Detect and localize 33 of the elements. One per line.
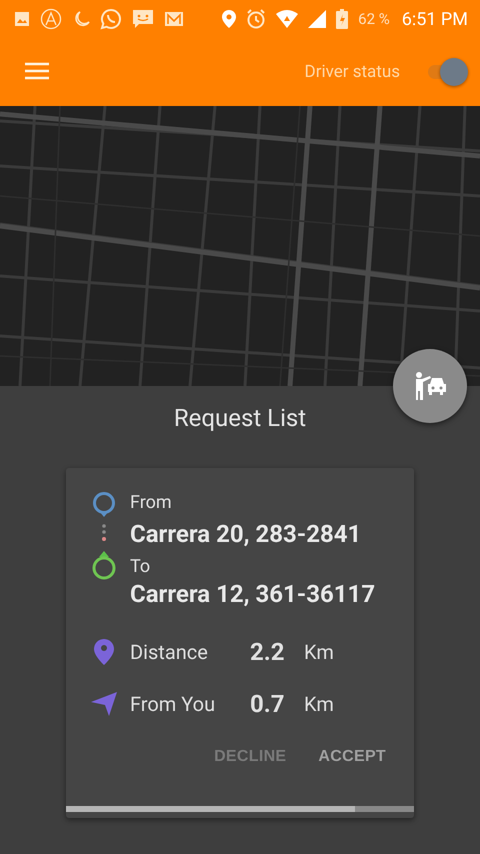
app-icon [40, 8, 62, 30]
stat-label: Distance [130, 640, 209, 664]
message-icon [132, 9, 154, 29]
signal-icon [308, 10, 326, 28]
alarm-icon [246, 9, 266, 29]
battery-icon [336, 9, 348, 29]
stat-value: 0.7 [250, 690, 286, 718]
moon-icon [72, 11, 90, 27]
panel-title: Request List [172, 403, 308, 434]
route-dots-icon [101, 523, 107, 543]
person-car-icon [413, 372, 447, 400]
driver-status-label: Driver status [304, 62, 400, 82]
chat-icon [100, 8, 122, 30]
location-pin-icon [94, 639, 114, 665]
battery-level: 62 % [358, 10, 390, 28]
image-icon [14, 11, 30, 27]
origin-marker-icon [91, 492, 117, 518]
from-label: From [130, 492, 172, 513]
wifi-icon [276, 10, 298, 28]
location-icon [222, 10, 236, 28]
to-address: Carrera 12, 361-36117 [130, 580, 376, 608]
from-address: Carrera 20, 283-2841 [130, 520, 362, 548]
to-label: To [130, 555, 150, 577]
navigation-arrow-icon [91, 692, 117, 716]
stat-label: From You [130, 692, 216, 716]
stat-unit: Km [304, 640, 334, 664]
stat-value: 2.2 [250, 638, 286, 666]
destination-marker-icon [91, 550, 117, 580]
mail-icon [164, 11, 184, 27]
accept-button[interactable]: ACCEPT [318, 744, 386, 770]
driver-status-switch[interactable] [426, 58, 466, 86]
stat-unit: Km [304, 692, 334, 716]
clock-time: 6:51 PM [402, 8, 468, 30]
